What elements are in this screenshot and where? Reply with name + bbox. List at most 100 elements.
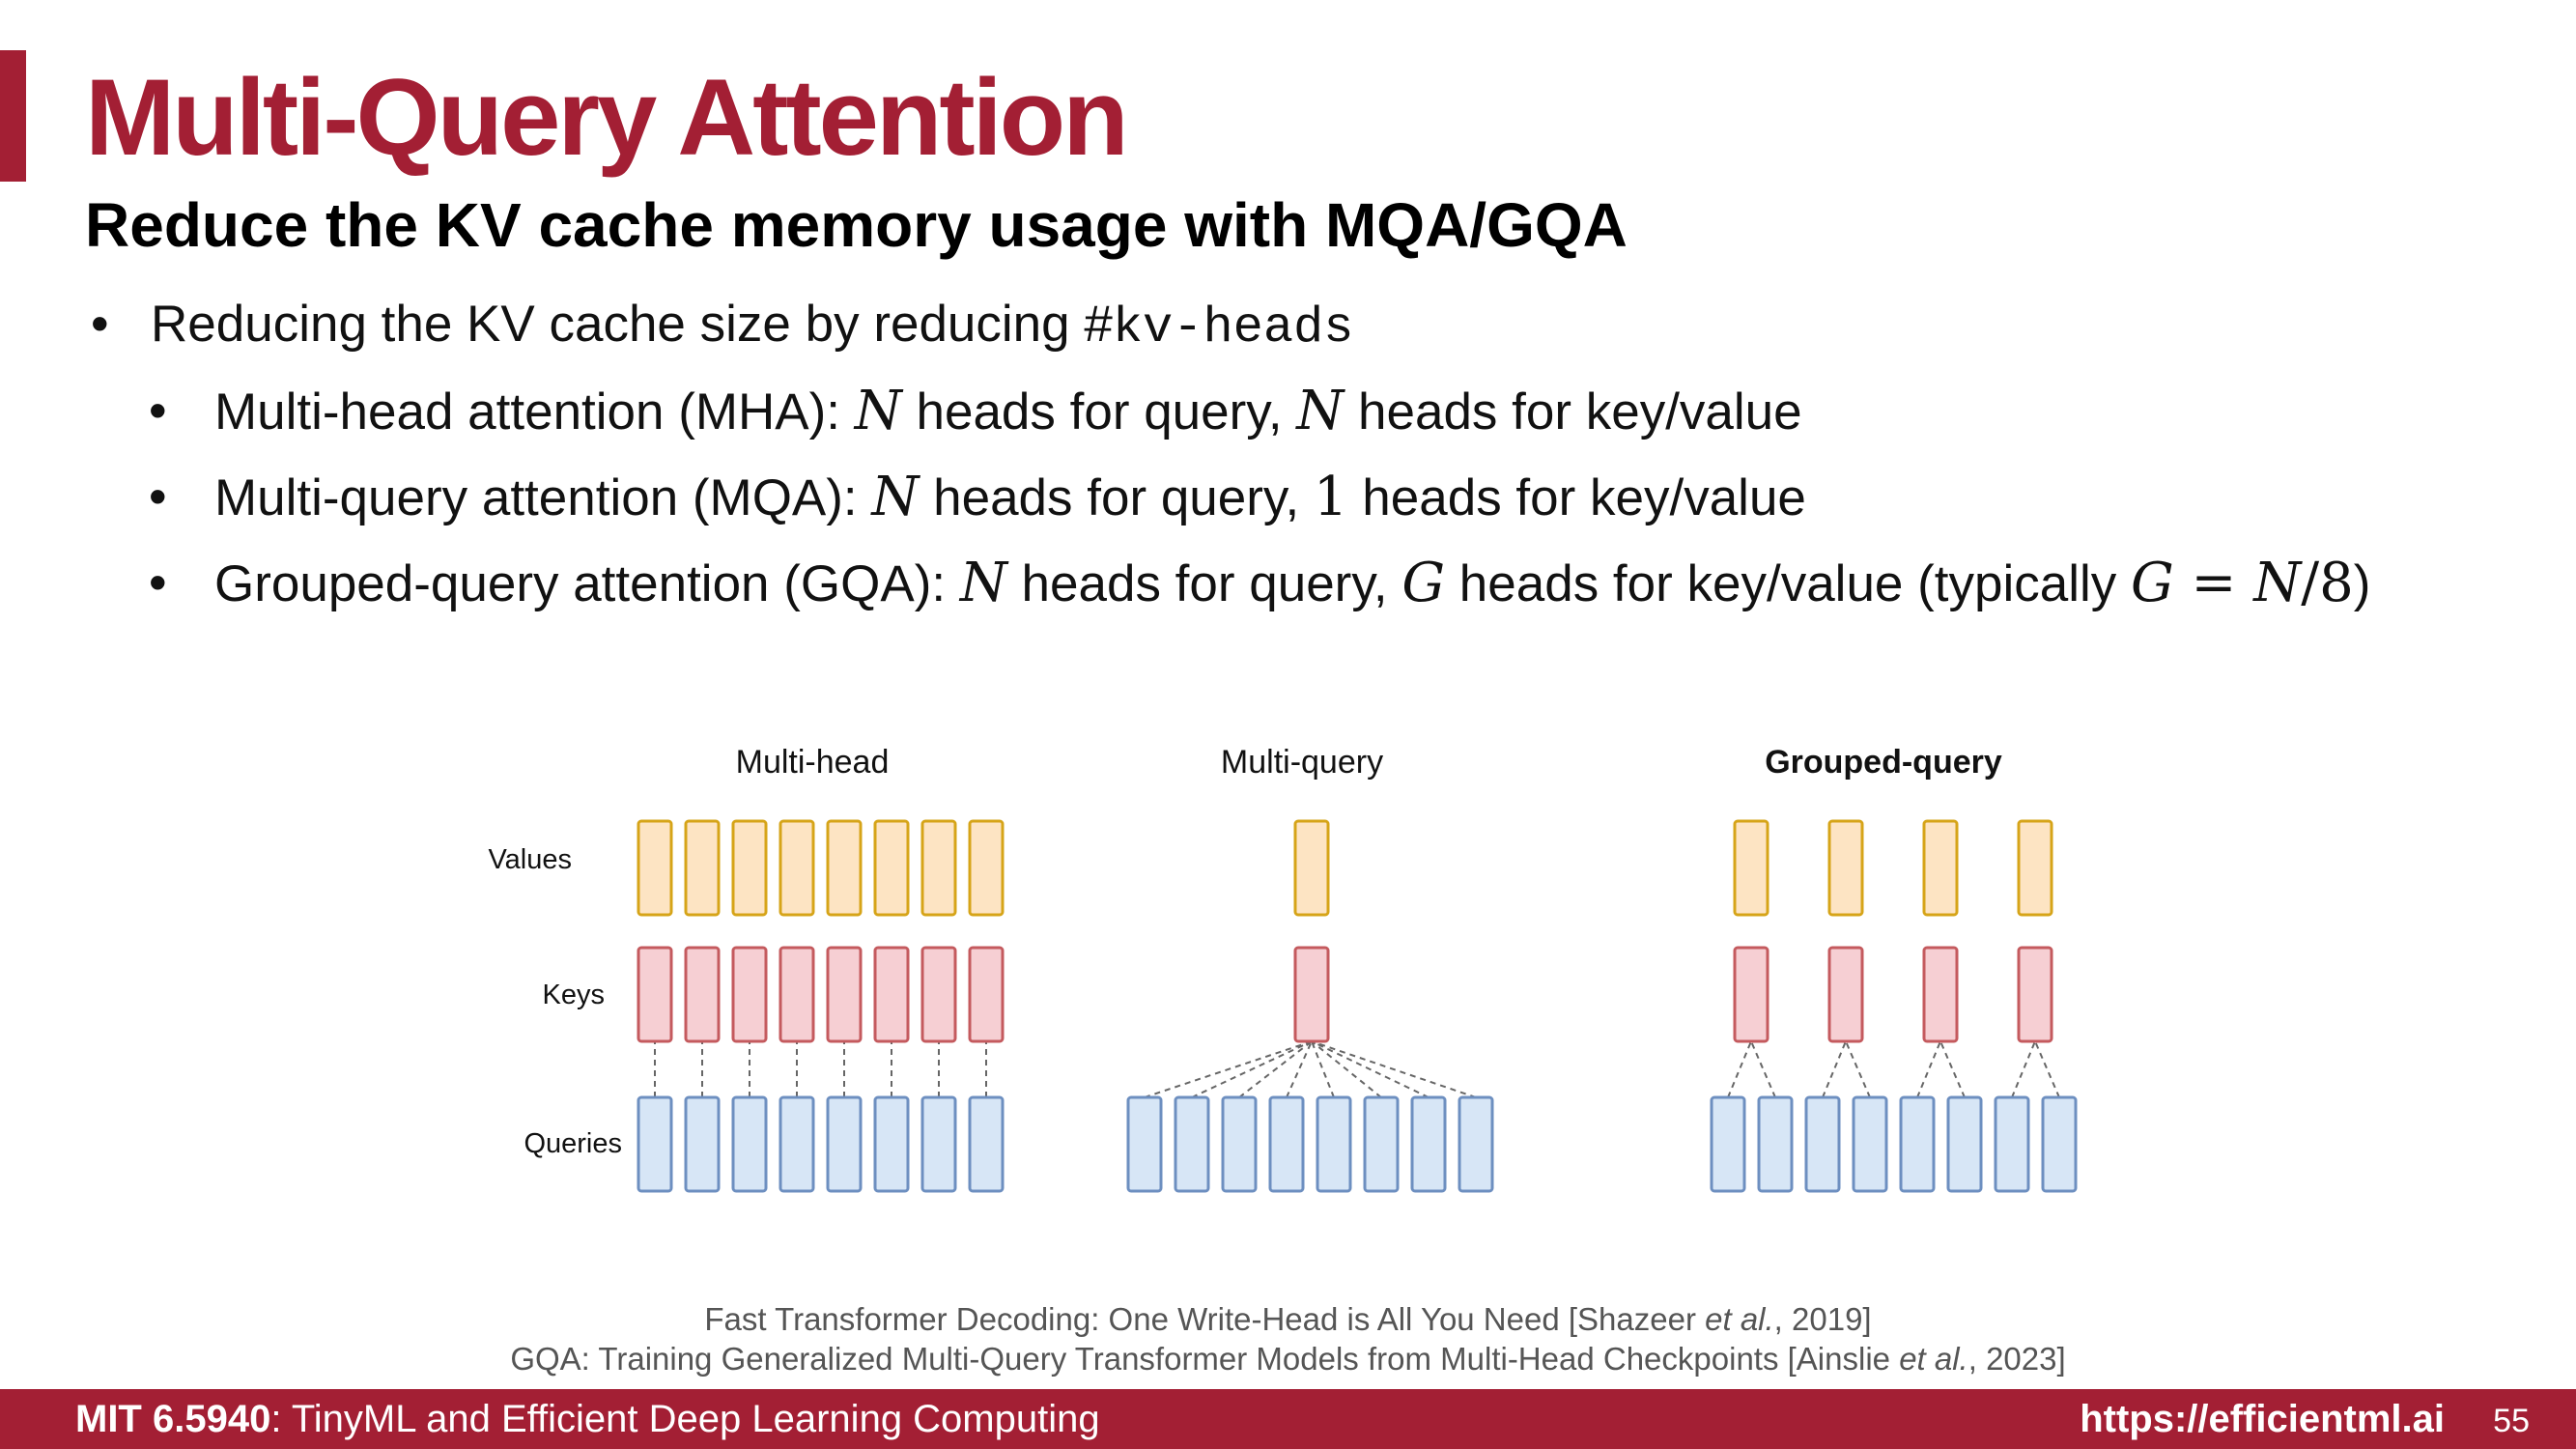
bullet-text: Multi-head attention (MHA):	[214, 384, 855, 440]
math-n: N	[854, 380, 902, 442]
math-n: N	[1296, 380, 1345, 442]
bullet-text: heads for query,	[1006, 555, 1402, 612]
bullet-text: Multi-query attention (MQA):	[214, 469, 872, 526]
connector-line	[1311, 1040, 1477, 1098]
value-head	[1922, 819, 1959, 917]
row-label-queries: Queries	[524, 1128, 622, 1159]
key-head	[778, 946, 815, 1043]
query-head	[1268, 1095, 1305, 1193]
query-head	[1899, 1095, 1936, 1193]
key-head	[873, 946, 910, 1043]
query-head	[2041, 1095, 2078, 1193]
query-head	[1757, 1095, 1794, 1193]
panel-title-multi-head: Multi-head	[736, 744, 890, 781]
bullet-mha: • Multi-head attention (MHA): N heads for…	[149, 375, 1802, 449]
connector-line	[1144, 1040, 1313, 1098]
query-head	[1126, 1095, 1163, 1193]
key-head	[1922, 946, 1959, 1043]
connector-line	[1939, 1040, 1966, 1098]
panel-title-multi-query: Multi-query	[1221, 744, 1383, 781]
connector-line	[1916, 1040, 1941, 1098]
query-head	[1221, 1095, 1258, 1193]
key-head	[637, 946, 673, 1043]
key-head	[968, 946, 1005, 1043]
footer-url-link[interactable]: https://efficientml.ai	[2080, 1397, 2445, 1441]
math-n: N	[959, 552, 1007, 614]
value-head	[1733, 819, 1769, 917]
bullet-mqa: • Multi-query attention (MQA): N heads fo…	[149, 461, 1806, 535]
key-head	[731, 946, 768, 1043]
key-head	[826, 946, 863, 1043]
value-head	[968, 819, 1005, 917]
bullet-text: heads for key/value (typically	[1445, 555, 2132, 612]
query-head	[1852, 1095, 1888, 1193]
bullet-text: heads for key/value	[1347, 469, 1806, 526]
code-kv-heads: kv-heads	[1112, 299, 1354, 356]
footer-bar: MIT 6.5940: TinyML and Efficient Deep Le…	[0, 1389, 2576, 1449]
key-head	[1827, 946, 1864, 1043]
connector-line	[2034, 1040, 2060, 1098]
key-head	[2017, 946, 2053, 1043]
connector-line	[1822, 1040, 1847, 1098]
slide-title: Multi-Query Attention	[85, 57, 1129, 178]
query-head	[1710, 1095, 1746, 1193]
ref-etal: et al.	[1899, 1341, 1968, 1377]
footer-course: MIT 6.5940: TinyML and Efficient Deep Le…	[75, 1397, 1100, 1441]
ref-text: GQA: Training Generalized Multi-Query Tr…	[510, 1341, 1900, 1377]
connector-line	[1727, 1040, 1752, 1098]
math-one: 1	[1313, 466, 1348, 528]
bullet-dot: •	[149, 469, 167, 526]
math-g: G	[2131, 552, 2174, 614]
reference-shazeer: Fast Transformer Decoding: One Write-Hea…	[0, 1299, 2576, 1340]
ref-etal: et al.	[1705, 1301, 1774, 1337]
query-head	[1804, 1095, 1841, 1193]
query-head	[778, 1095, 815, 1193]
key-head	[684, 946, 721, 1043]
head-layer	[637, 819, 2078, 1193]
value-head	[1827, 819, 1864, 917]
page-number: 55	[2493, 1403, 2530, 1439]
slide-subtitle: Reduce the KV cache memory usage with MQ…	[85, 190, 1628, 260]
bullet-text: heads for query,	[919, 469, 1314, 526]
query-head	[873, 1095, 910, 1193]
reference-ainslie: GQA: Training Generalized Multi-Query Tr…	[0, 1339, 2576, 1379]
value-head	[637, 819, 673, 917]
connector-line	[2011, 1040, 2036, 1098]
query-head	[1410, 1095, 1447, 1193]
connector-line	[1845, 1040, 1871, 1098]
bullet-dot: •	[149, 383, 167, 440]
query-head	[684, 1095, 721, 1193]
bullet-kv-heads: • Reducing the KV cache size by reducing …	[91, 288, 1354, 365]
value-head	[1293, 819, 1330, 917]
bullet-text: )	[2353, 555, 2371, 612]
attention-variants-diagram: Values Keys Queries Multi-head Multi-que…	[488, 744, 2078, 1193]
query-head	[1363, 1095, 1400, 1193]
query-head	[1458, 1095, 1494, 1193]
bullet-text: heads for query,	[901, 384, 1297, 440]
value-head	[684, 819, 721, 917]
title-accent-bar	[0, 50, 26, 182]
bullet-dot: •	[149, 554, 167, 611]
connector-line	[1286, 1040, 1313, 1098]
query-head	[1174, 1095, 1210, 1193]
bullet-dot: •	[91, 296, 109, 353]
bullet-text: Grouped-query attention (GQA):	[214, 555, 960, 612]
value-head	[778, 819, 815, 917]
math-fraction: /8	[2301, 552, 2354, 614]
course-name: : TinyML and Efficient Deep Learning Com…	[270, 1398, 1100, 1440]
bullet-text: heads for key/value	[1344, 384, 1802, 440]
panel-title-grouped-query: Grouped-query	[1765, 744, 2002, 781]
value-head	[731, 819, 768, 917]
query-head	[1946, 1095, 1983, 1193]
value-head	[920, 819, 957, 917]
connector-line	[1191, 1040, 1313, 1098]
query-head	[1994, 1095, 2030, 1193]
key-head	[1293, 946, 1330, 1043]
math-equals: =	[2173, 552, 2254, 614]
value-head	[826, 819, 863, 917]
value-head	[873, 819, 910, 917]
row-label-keys: Keys	[543, 980, 605, 1010]
math-g: G	[1401, 552, 1446, 614]
query-head	[920, 1095, 957, 1193]
ref-text: , 2019]	[1773, 1301, 1872, 1337]
